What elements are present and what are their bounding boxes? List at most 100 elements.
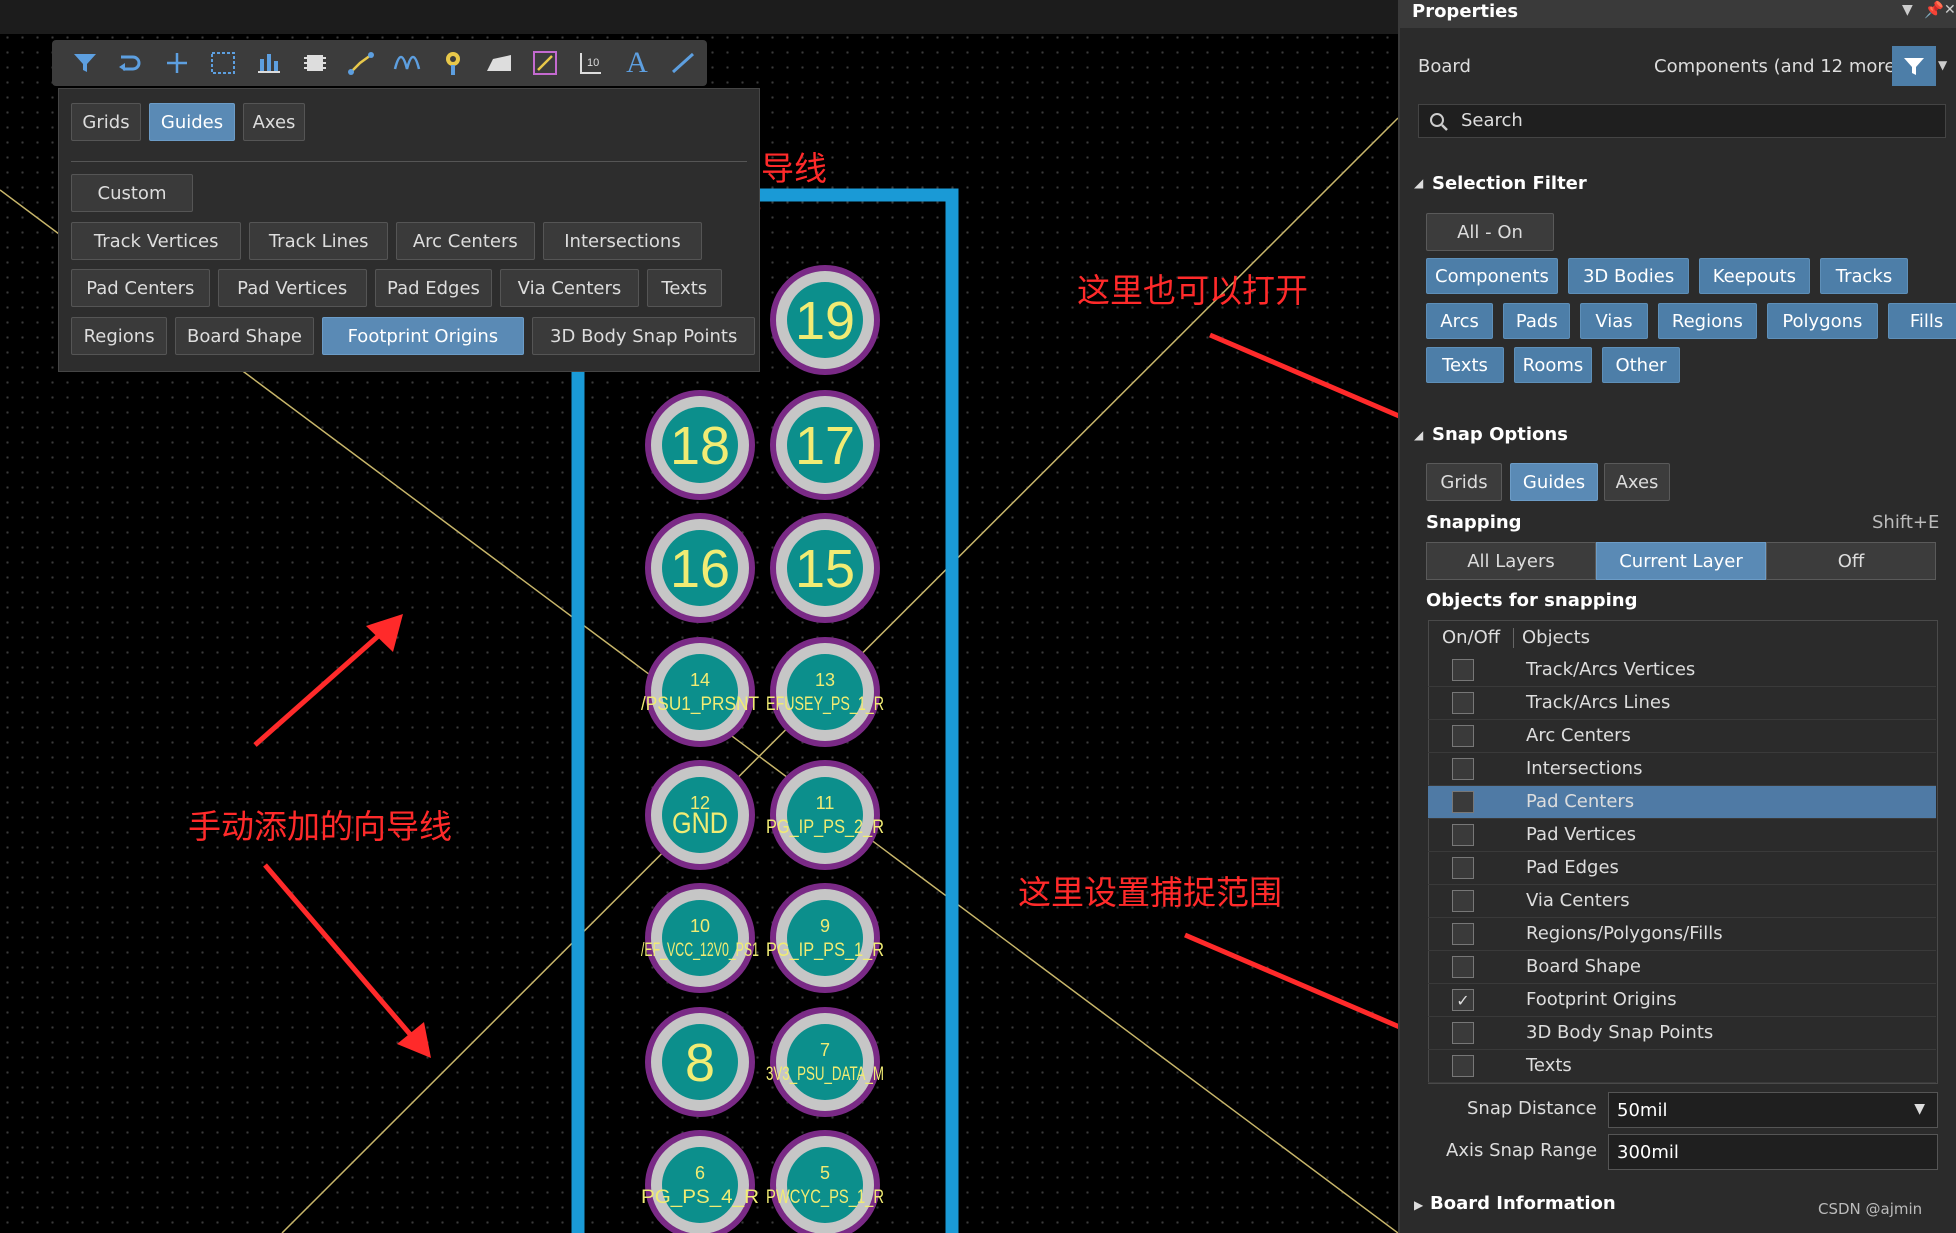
polygon-icon[interactable] bbox=[476, 43, 522, 83]
object-row-footprint-origins[interactable]: ✓ Footprint Origins bbox=[1428, 984, 1936, 1017]
object-row-pad-edges[interactable]: Pad Edges bbox=[1428, 852, 1936, 885]
interactive-route-icon[interactable] bbox=[338, 43, 384, 83]
via-pin-icon[interactable] bbox=[430, 43, 476, 83]
snap-button-arc-centers[interactable]: Arc Centers bbox=[396, 222, 535, 260]
bar-chart-icon[interactable] bbox=[246, 43, 292, 83]
pad-12[interactable]: 12GND bbox=[645, 760, 755, 870]
snap-button-track-vertices[interactable]: Track Vertices bbox=[71, 222, 242, 260]
popup-tab-axes[interactable]: Axes bbox=[243, 103, 305, 141]
pad-icon[interactable]: 10 bbox=[568, 43, 614, 83]
all-on-button[interactable]: All - On bbox=[1426, 213, 1554, 251]
collapse-triangle-icon[interactable]: ◢ bbox=[1414, 428, 1423, 442]
pad-14[interactable]: 14/PSU1_PRSNT bbox=[641, 637, 759, 747]
filter-texts[interactable]: Texts bbox=[1426, 347, 1504, 383]
filter-other[interactable]: Other bbox=[1602, 347, 1680, 383]
object-row-pad-centers[interactable]: Pad Centers bbox=[1428, 786, 1936, 819]
snap-button-pad-edges[interactable]: Pad Edges bbox=[374, 269, 493, 307]
pad-16[interactable]: 16 bbox=[645, 513, 755, 623]
pad-17[interactable]: 17 bbox=[770, 390, 880, 500]
object-row-regions-polygons-fills[interactable]: Regions/Polygons/Fills bbox=[1428, 918, 1936, 951]
snap-object-checkbox[interactable] bbox=[1452, 725, 1474, 747]
object-row-arc-centers[interactable]: Arc Centers bbox=[1428, 720, 1936, 753]
snapping-mode-current-layer[interactable]: Current Layer bbox=[1596, 542, 1766, 580]
snap-tab-axes[interactable]: Axes bbox=[1604, 463, 1670, 501]
filter-regions[interactable]: Regions bbox=[1657, 303, 1758, 339]
snap-tab-grids[interactable]: Grids bbox=[1426, 463, 1502, 501]
search-box[interactable]: Search bbox=[1418, 104, 1946, 138]
snapping-mode-off[interactable]: Off bbox=[1766, 542, 1936, 580]
snap-tab-guides[interactable]: Guides bbox=[1510, 463, 1598, 501]
filter-3d-bodies[interactable]: 3D Bodies bbox=[1568, 258, 1690, 294]
snap-object-checkbox[interactable] bbox=[1452, 791, 1474, 813]
object-row-intersections[interactable]: Intersections bbox=[1428, 753, 1936, 786]
snap-button-footprint-origins[interactable]: Footprint Origins bbox=[321, 317, 524, 355]
filter-fills[interactable]: Fills bbox=[1887, 303, 1956, 339]
expand-triangle-icon[interactable]: ▶ bbox=[1414, 1198, 1423, 1212]
collapse-triangle-icon[interactable]: ◢ bbox=[1414, 176, 1423, 190]
snap-button-board-shape[interactable]: Board Shape bbox=[175, 317, 314, 355]
snap-object-checkbox[interactable] bbox=[1452, 1055, 1474, 1077]
select-rect-icon[interactable] bbox=[200, 43, 246, 83]
snap-object-checkbox[interactable] bbox=[1452, 956, 1474, 978]
object-row-pad-vertices[interactable]: Pad Vertices bbox=[1428, 819, 1936, 852]
snap-button-regions[interactable]: Regions bbox=[71, 317, 168, 355]
filter-arcs[interactable]: Arcs bbox=[1426, 303, 1494, 339]
panel-filter-button[interactable] bbox=[1892, 46, 1936, 86]
filter-pads[interactable]: Pads bbox=[1503, 303, 1571, 339]
object-row-via-centers[interactable]: Via Centers bbox=[1428, 885, 1936, 918]
route-icon[interactable] bbox=[108, 43, 154, 83]
pad-9[interactable]: 9 PG_IP_PS_1_R bbox=[766, 883, 884, 993]
pin-icon[interactable]: 📌 bbox=[1924, 0, 1944, 19]
snap-distance-select[interactable]: 50mil ▼ bbox=[1608, 1092, 1938, 1128]
object-row-3d-body-snap-points[interactable]: 3D Body Snap Points bbox=[1428, 1017, 1936, 1050]
popup-tab-guides[interactable]: Guides bbox=[149, 103, 235, 141]
close-icon[interactable]: ✕ bbox=[1944, 2, 1956, 18]
dropdown-icon[interactable]: ▼ bbox=[1902, 2, 1913, 18]
object-row-track-arcs-lines[interactable]: Track/Arcs Lines bbox=[1428, 687, 1936, 720]
pad-15[interactable]: 15 bbox=[770, 513, 880, 623]
pad-8[interactable]: 8 bbox=[645, 1007, 755, 1117]
object-row-board-shape[interactable]: Board Shape bbox=[1428, 951, 1936, 984]
dimension-icon[interactable] bbox=[522, 43, 568, 83]
snap-button-track-lines[interactable]: Track Lines bbox=[249, 222, 388, 260]
snap-button-via-centers[interactable]: Via Centers bbox=[500, 269, 639, 307]
pad-11[interactable]: 11 PG_IP_PS_2_R bbox=[766, 760, 884, 870]
snap-object-checkbox[interactable] bbox=[1452, 1022, 1474, 1044]
filter-tracks[interactable]: Tracks bbox=[1819, 258, 1909, 294]
pad-19[interactable]: 19 bbox=[770, 265, 880, 375]
snap-object-checkbox[interactable] bbox=[1452, 659, 1474, 681]
chevron-down-icon[interactable]: ▼ bbox=[1938, 58, 1947, 72]
snap-button-intersections[interactable]: Intersections bbox=[542, 222, 703, 260]
axis-snap-range-input[interactable]: 300mil bbox=[1608, 1134, 1938, 1170]
pad-6[interactable]: 6 PG_PS_4_R bbox=[641, 1130, 759, 1233]
snap-object-checkbox[interactable] bbox=[1452, 890, 1474, 912]
line-icon[interactable] bbox=[660, 43, 706, 83]
popup-tab-grids[interactable]: Grids bbox=[71, 103, 141, 141]
snap-object-checkbox[interactable] bbox=[1452, 857, 1474, 879]
snap-object-checkbox[interactable] bbox=[1452, 758, 1474, 780]
filter-icon[interactable] bbox=[62, 43, 108, 83]
filter-keepouts[interactable]: Keepouts bbox=[1699, 258, 1810, 294]
snap-button-pad-centers[interactable]: Pad Centers bbox=[71, 269, 210, 307]
filter-rooms[interactable]: Rooms bbox=[1514, 347, 1592, 383]
pad-18[interactable]: 18 bbox=[645, 390, 755, 500]
text-icon[interactable]: A bbox=[614, 43, 660, 83]
pad-5[interactable]: 5 PWCYC_PS_1_R bbox=[766, 1130, 884, 1233]
diff-pair-icon[interactable] bbox=[384, 43, 430, 83]
plus-icon[interactable] bbox=[154, 43, 200, 83]
snap-object-checkbox[interactable] bbox=[1452, 692, 1474, 714]
pad-10[interactable]: 10/EF_VCC_12V0_PS1 bbox=[641, 883, 759, 993]
pad-7[interactable]: 7 3V3_PSU_DATA_M bbox=[766, 1007, 884, 1117]
snap-object-checkbox[interactable]: ✓ bbox=[1452, 989, 1474, 1011]
chip-icon[interactable] bbox=[292, 43, 338, 83]
filter-components[interactable]: Components bbox=[1426, 258, 1558, 294]
filter-vias[interactable]: Vias bbox=[1580, 303, 1648, 339]
custom-snap-button[interactable]: Custom bbox=[71, 174, 193, 212]
snapping-mode-all-layers[interactable]: All Layers bbox=[1426, 542, 1596, 580]
snap-object-checkbox[interactable] bbox=[1452, 824, 1474, 846]
snap-button-3d-body-snap-points[interactable]: 3D Body Snap Points bbox=[532, 317, 756, 355]
snap-button-texts[interactable]: Texts bbox=[646, 269, 722, 307]
snap-object-checkbox[interactable] bbox=[1452, 923, 1474, 945]
object-row-track-arcs-vertices[interactable]: Track/Arcs Vertices bbox=[1428, 654, 1936, 687]
pad-13[interactable]: 13 EFUSEY_PS_1_R bbox=[766, 637, 884, 747]
